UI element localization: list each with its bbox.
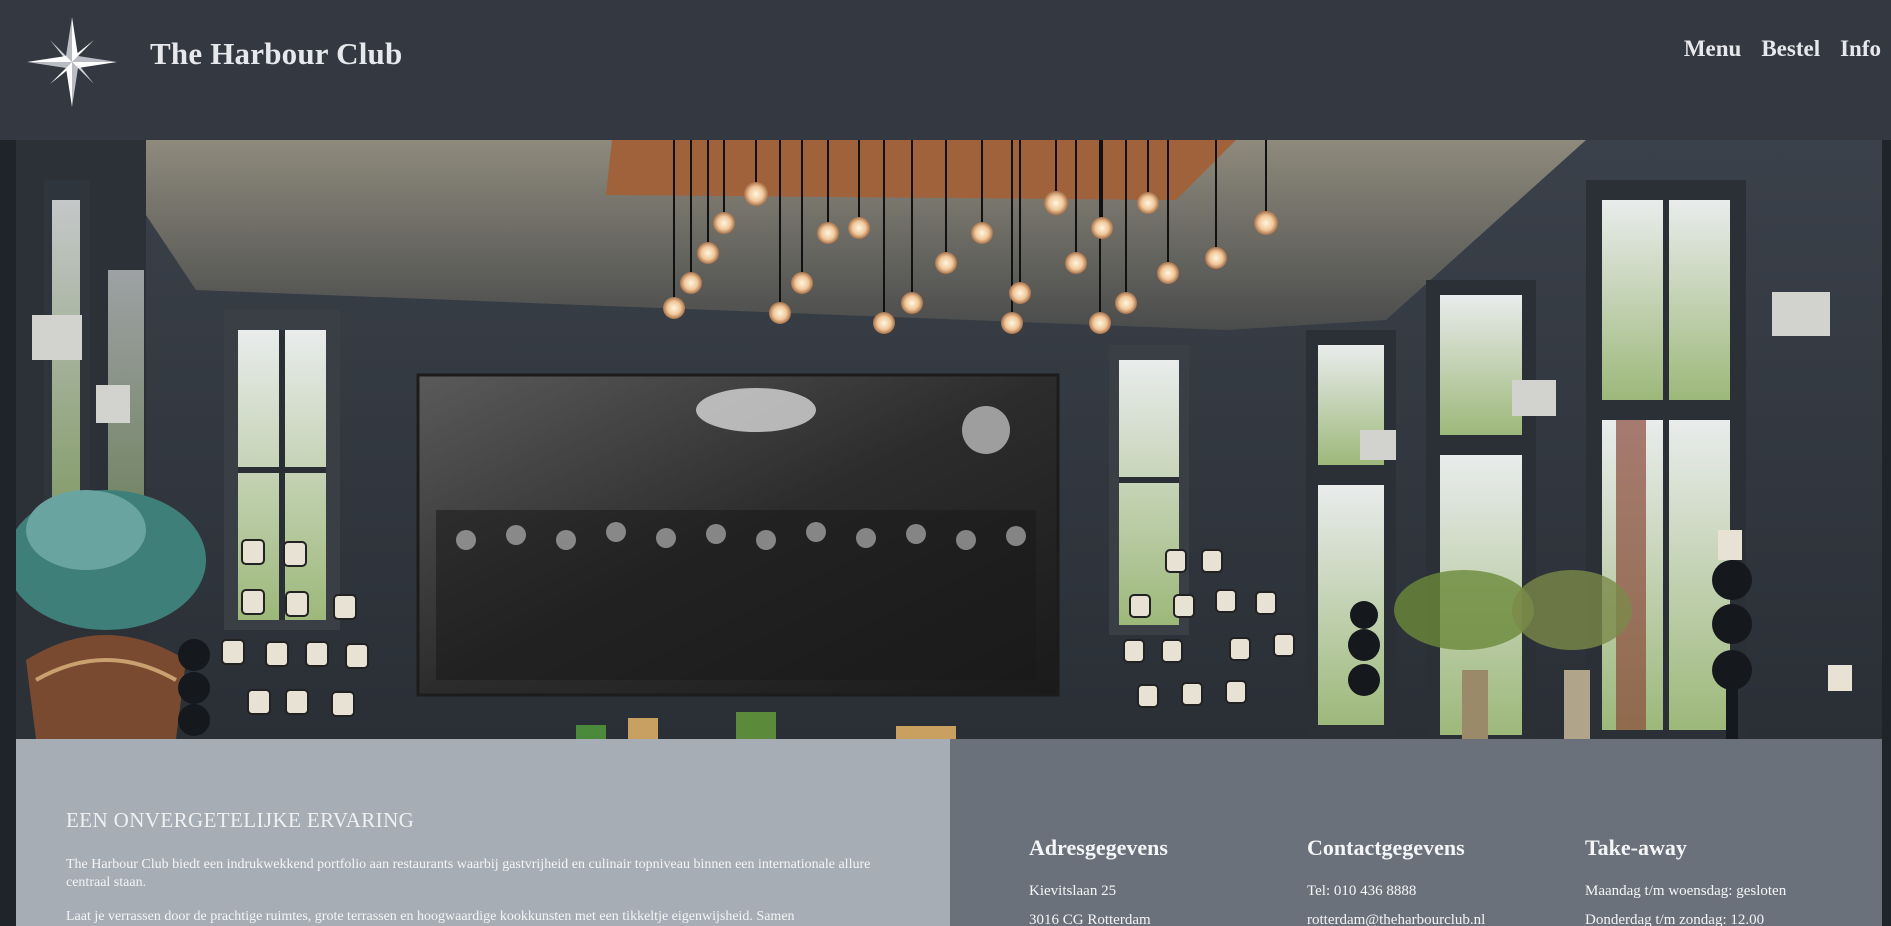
info-panel: Adresgegevens Kievitslaan 25 3016 CG Rot… (950, 739, 1882, 926)
takeaway-hours-2: Donderdag t/m zondag: 12.00 (1585, 912, 1765, 926)
address-heading: Adresgegevens (1029, 835, 1168, 860)
intro-title: EEN ONVERGETELIJKE ERVARING (66, 808, 415, 832)
intro-paragraph-2: Laat je verrassen door de prachtige ruim… (66, 909, 795, 924)
contact-column: Contactgegevens Tel: 010 436 8888 rotter… (1307, 835, 1485, 926)
takeaway-heading: Take-away (1585, 835, 1687, 860)
contact-phone[interactable]: Tel: 010 436 8888 (1307, 877, 1485, 906)
address-street: Kievitslaan 25 (1029, 883, 1117, 899)
intro-panel: EEN ONVERGETELIJKE ERVARING The Harbour … (16, 739, 950, 926)
intro-paragraph-1: The Harbour Club biedt een indrukwekkend… (66, 857, 871, 890)
nav-menu-link[interactable]: Menu (1684, 36, 1742, 62)
hero-image (16, 140, 1882, 739)
address-city: 3016 CG Rotterdam (1029, 912, 1151, 926)
right-edge-strip (1882, 140, 1891, 926)
compass-rose-icon[interactable] (26, 16, 118, 108)
address-column: Adresgegevens Kievitslaan 25 3016 CG Rot… (1029, 835, 1168, 926)
site-title[interactable]: The Harbour Club (150, 36, 402, 72)
takeaway-column: Take-away Maandag t/m woensdag: gesloten… (1585, 835, 1786, 926)
contact-email[interactable]: rotterdam@theharbourclub.nl (1307, 906, 1485, 926)
takeaway-hours-1: Maandag t/m woensdag: gesloten (1585, 883, 1787, 899)
site-header: The Harbour Club Menu Bestel Info (0, 0, 1891, 140)
contact-heading: Contactgegevens (1307, 835, 1465, 860)
nav-bestel-link[interactable]: Bestel (1761, 36, 1820, 62)
nav-info-link[interactable]: Info (1840, 36, 1881, 62)
main-nav: Menu Bestel Info (1684, 36, 1881, 62)
